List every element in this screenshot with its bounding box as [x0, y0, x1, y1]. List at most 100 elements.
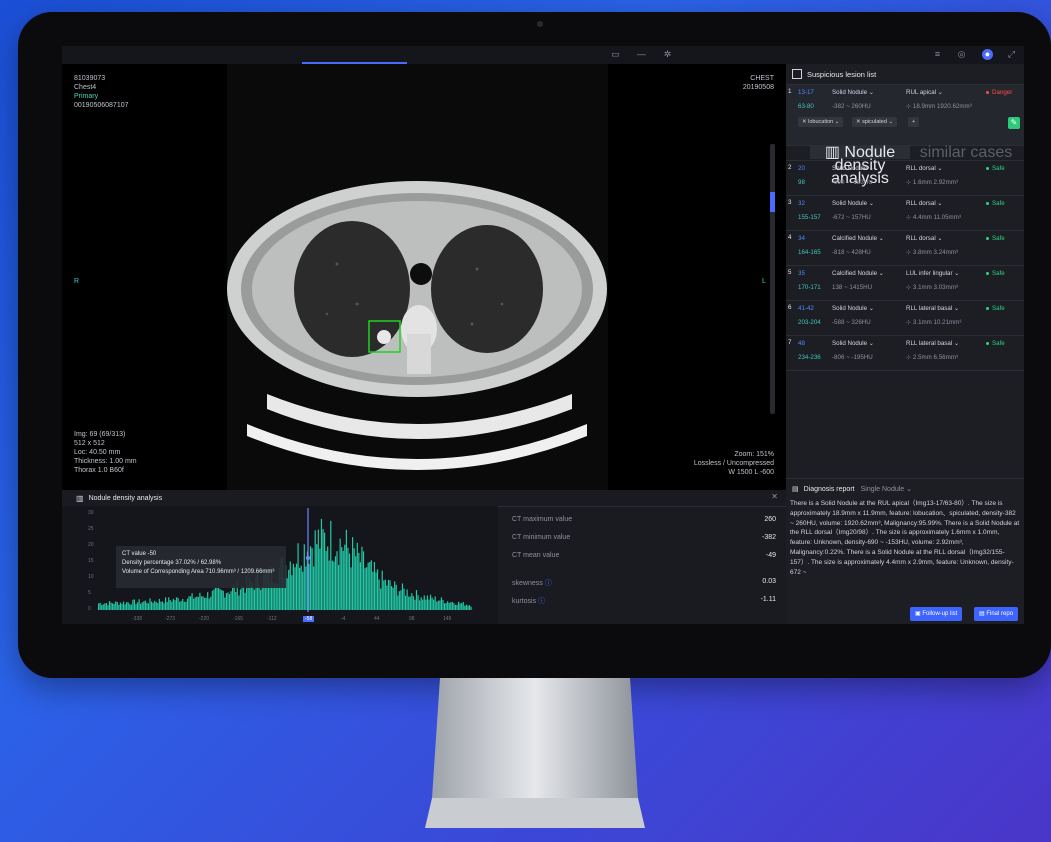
report-mode-select[interactable]: Single Nodule ⌄ [861, 485, 912, 493]
status-text: Safe [992, 270, 1005, 277]
slice-scrollbar[interactable] [770, 144, 775, 414]
histogram-bar [292, 563, 294, 610]
nodule-type-select[interactable]: Solid Nodule ⌄ [832, 200, 874, 207]
lesion-image-range[interactable]: 34 [798, 235, 805, 242]
histogram-bar [380, 588, 382, 610]
histogram-bar [261, 586, 263, 610]
final-report-button[interactable]: ▤ Final repo [974, 607, 1019, 621]
nodule-type-select[interactable]: Calcified Nodule ⌄ [832, 235, 884, 242]
nodule-type-select[interactable]: Solid Nodule ⌄ [832, 305, 874, 312]
histogram-bar [369, 561, 371, 610]
location-select[interactable]: RLL lateral basal ⌄ [906, 305, 959, 312]
lesion-location: LUL infer lingular [906, 270, 953, 277]
histogram-bar [208, 598, 210, 610]
histogram-bar [235, 592, 237, 610]
lesion-row[interactable]: 4 34 Calcified Nodule ⌄ RLL dorsal ⌄ Safe 164… [786, 231, 1024, 266]
histogram-bar [348, 553, 351, 610]
expand-icon[interactable]: ⤢ [1006, 49, 1017, 60]
lesion-image-range[interactable]: 20 [798, 165, 805, 172]
ruler-icon: ⊹ [906, 319, 913, 326]
lesion-image-range[interactable]: 35 [798, 270, 805, 277]
size-value: 3.1mm 3.03mm³ [912, 284, 958, 291]
nodule-type-select[interactable]: Calcified Nodule ⌄ [832, 270, 884, 277]
histogram-bar [124, 604, 126, 610]
location-select[interactable]: RUL apical ⌄ [906, 89, 943, 96]
histogram-bar [113, 603, 115, 610]
histogram-bar [144, 600, 146, 610]
histogram-bar [217, 588, 220, 610]
avatar[interactable]: ● [982, 49, 993, 60]
lesion-row[interactable]: 5 35 Calcified Nodule ⌄ LUL infer lingular … [786, 266, 1024, 301]
histogram-bar [442, 599, 444, 610]
lesion-row[interactable]: 2 20 Solid Nodule ⌄ RLL dorsal ⌄ Safe 98 -690 … [786, 161, 1024, 196]
location-select[interactable]: LUL infer lingular ⌄ [906, 270, 959, 277]
layout-icon[interactable]: ▭ [610, 49, 621, 60]
histogram-bar [179, 601, 181, 610]
feature-tag[interactable]: ✕ spiculated ⌄ [852, 117, 898, 127]
lesion-row[interactable]: 6 41-42 Solid Nodule ⌄ RLL lateral basal ⌄ S… [786, 301, 1024, 336]
nodule-type-select[interactable]: Solid Nodule ⌄ [832, 340, 874, 347]
minus-icon[interactable]: — [636, 49, 647, 60]
location-select[interactable]: RLL dorsal ⌄ [906, 165, 943, 172]
lesion-image-range[interactable]: 48 [798, 340, 805, 347]
histogram-bar [110, 602, 112, 610]
slice-scrollbar-thumb[interactable] [770, 192, 775, 212]
histogram-bar [370, 560, 372, 610]
final-report-label: Final repo [986, 611, 1014, 617]
histogram-bar [166, 601, 168, 610]
histogram-bar [177, 597, 179, 610]
histogram-bar [375, 572, 377, 610]
histogram-tooltip: CT value -50 Density percentage 37.02% /… [116, 546, 286, 588]
help-icon[interactable]: ◎ [956, 49, 967, 60]
settings-icon[interactable]: ✲ [662, 49, 673, 60]
histogram-bar [322, 529, 324, 610]
histogram-bar [127, 602, 129, 610]
info-icon[interactable]: ⓘ [538, 598, 545, 605]
window-level: W 1500 L -600 [728, 469, 774, 476]
histogram-bar [445, 603, 447, 610]
info-icon[interactable]: ⓘ [545, 580, 552, 587]
tab-similar-cases[interactable]: similar cases [916, 145, 1016, 161]
close-icon[interactable]: ✕ [771, 492, 778, 501]
diagnosis-title: Diagnosis report [803, 485, 855, 493]
histogram-bar [334, 556, 337, 610]
ct-viewer[interactable]: 81039073 Chest4 Primary 00190506087107 C… [62, 64, 786, 490]
add-feature-button[interactable]: + [908, 117, 920, 127]
nodule-type: Calcified Nodule [832, 270, 878, 277]
lesion-size: ⊹ 3.1mm 3.03mm³ [906, 284, 958, 291]
nodule-type-select[interactable]: Solid Nodule ⌄ [832, 89, 874, 96]
lesion-image-range[interactable]: 13-17 [798, 89, 814, 96]
x-tick: -112 [267, 616, 277, 622]
follow-up-list-button[interactable]: ▣ Follow-up list [910, 607, 963, 621]
location-select[interactable]: RLL dorsal ⌄ [906, 200, 943, 207]
histogram-bar [311, 548, 313, 610]
status-badge: Safe [986, 305, 1005, 312]
feature-tag[interactable]: ✕ lobucation ⌄ [798, 117, 844, 127]
ct-cursor-handle[interactable] [305, 555, 311, 561]
histogram-bar [135, 604, 137, 610]
histogram-bar [376, 569, 379, 610]
histogram-bar [467, 605, 469, 610]
tab-density-analysis[interactable]: ▥ Nodule density analysis [810, 145, 910, 187]
lesion-row[interactable]: 1 13-17 Solid Nodule ⌄ RUL apical ⌄ Danger 63… [786, 85, 1024, 146]
histogram-bar [397, 595, 399, 610]
nodule-type-select[interactable]: Solid Nodule ⌄ [832, 165, 874, 172]
feature-label: lobucation [808, 119, 834, 125]
lesion-number: 5 [788, 269, 792, 276]
histogram-bar [286, 578, 288, 610]
histogram-bar [161, 601, 164, 610]
location-select[interactable]: RLL dorsal ⌄ [906, 235, 943, 242]
density-histogram[interactable]: 30 25 20 15 10 5 0 CT value -50 Density … [62, 506, 498, 624]
lesion-row[interactable]: 7 48 Solid Nodule ⌄ RLL lateral basal ⌄ Safe… [786, 336, 1024, 371]
menu-icon[interactable]: ≡ [932, 49, 943, 60]
lesion-row[interactable]: 3 32 Solid Nodule ⌄ RLL dorsal ⌄ Safe 155-157… [786, 196, 1024, 231]
lesion-image-range[interactable]: 32 [798, 200, 805, 207]
histogram-bar [143, 601, 145, 610]
edit-icon[interactable]: ✎ [1008, 117, 1020, 129]
location-select[interactable]: RLL lateral basal ⌄ [906, 340, 959, 347]
lesion-image-range[interactable]: 41-42 [798, 305, 814, 312]
histogram-bar [196, 596, 198, 610]
ct-image[interactable] [227, 64, 608, 490]
report-icon: ▤ [792, 486, 799, 493]
histogram-bar [130, 604, 132, 610]
